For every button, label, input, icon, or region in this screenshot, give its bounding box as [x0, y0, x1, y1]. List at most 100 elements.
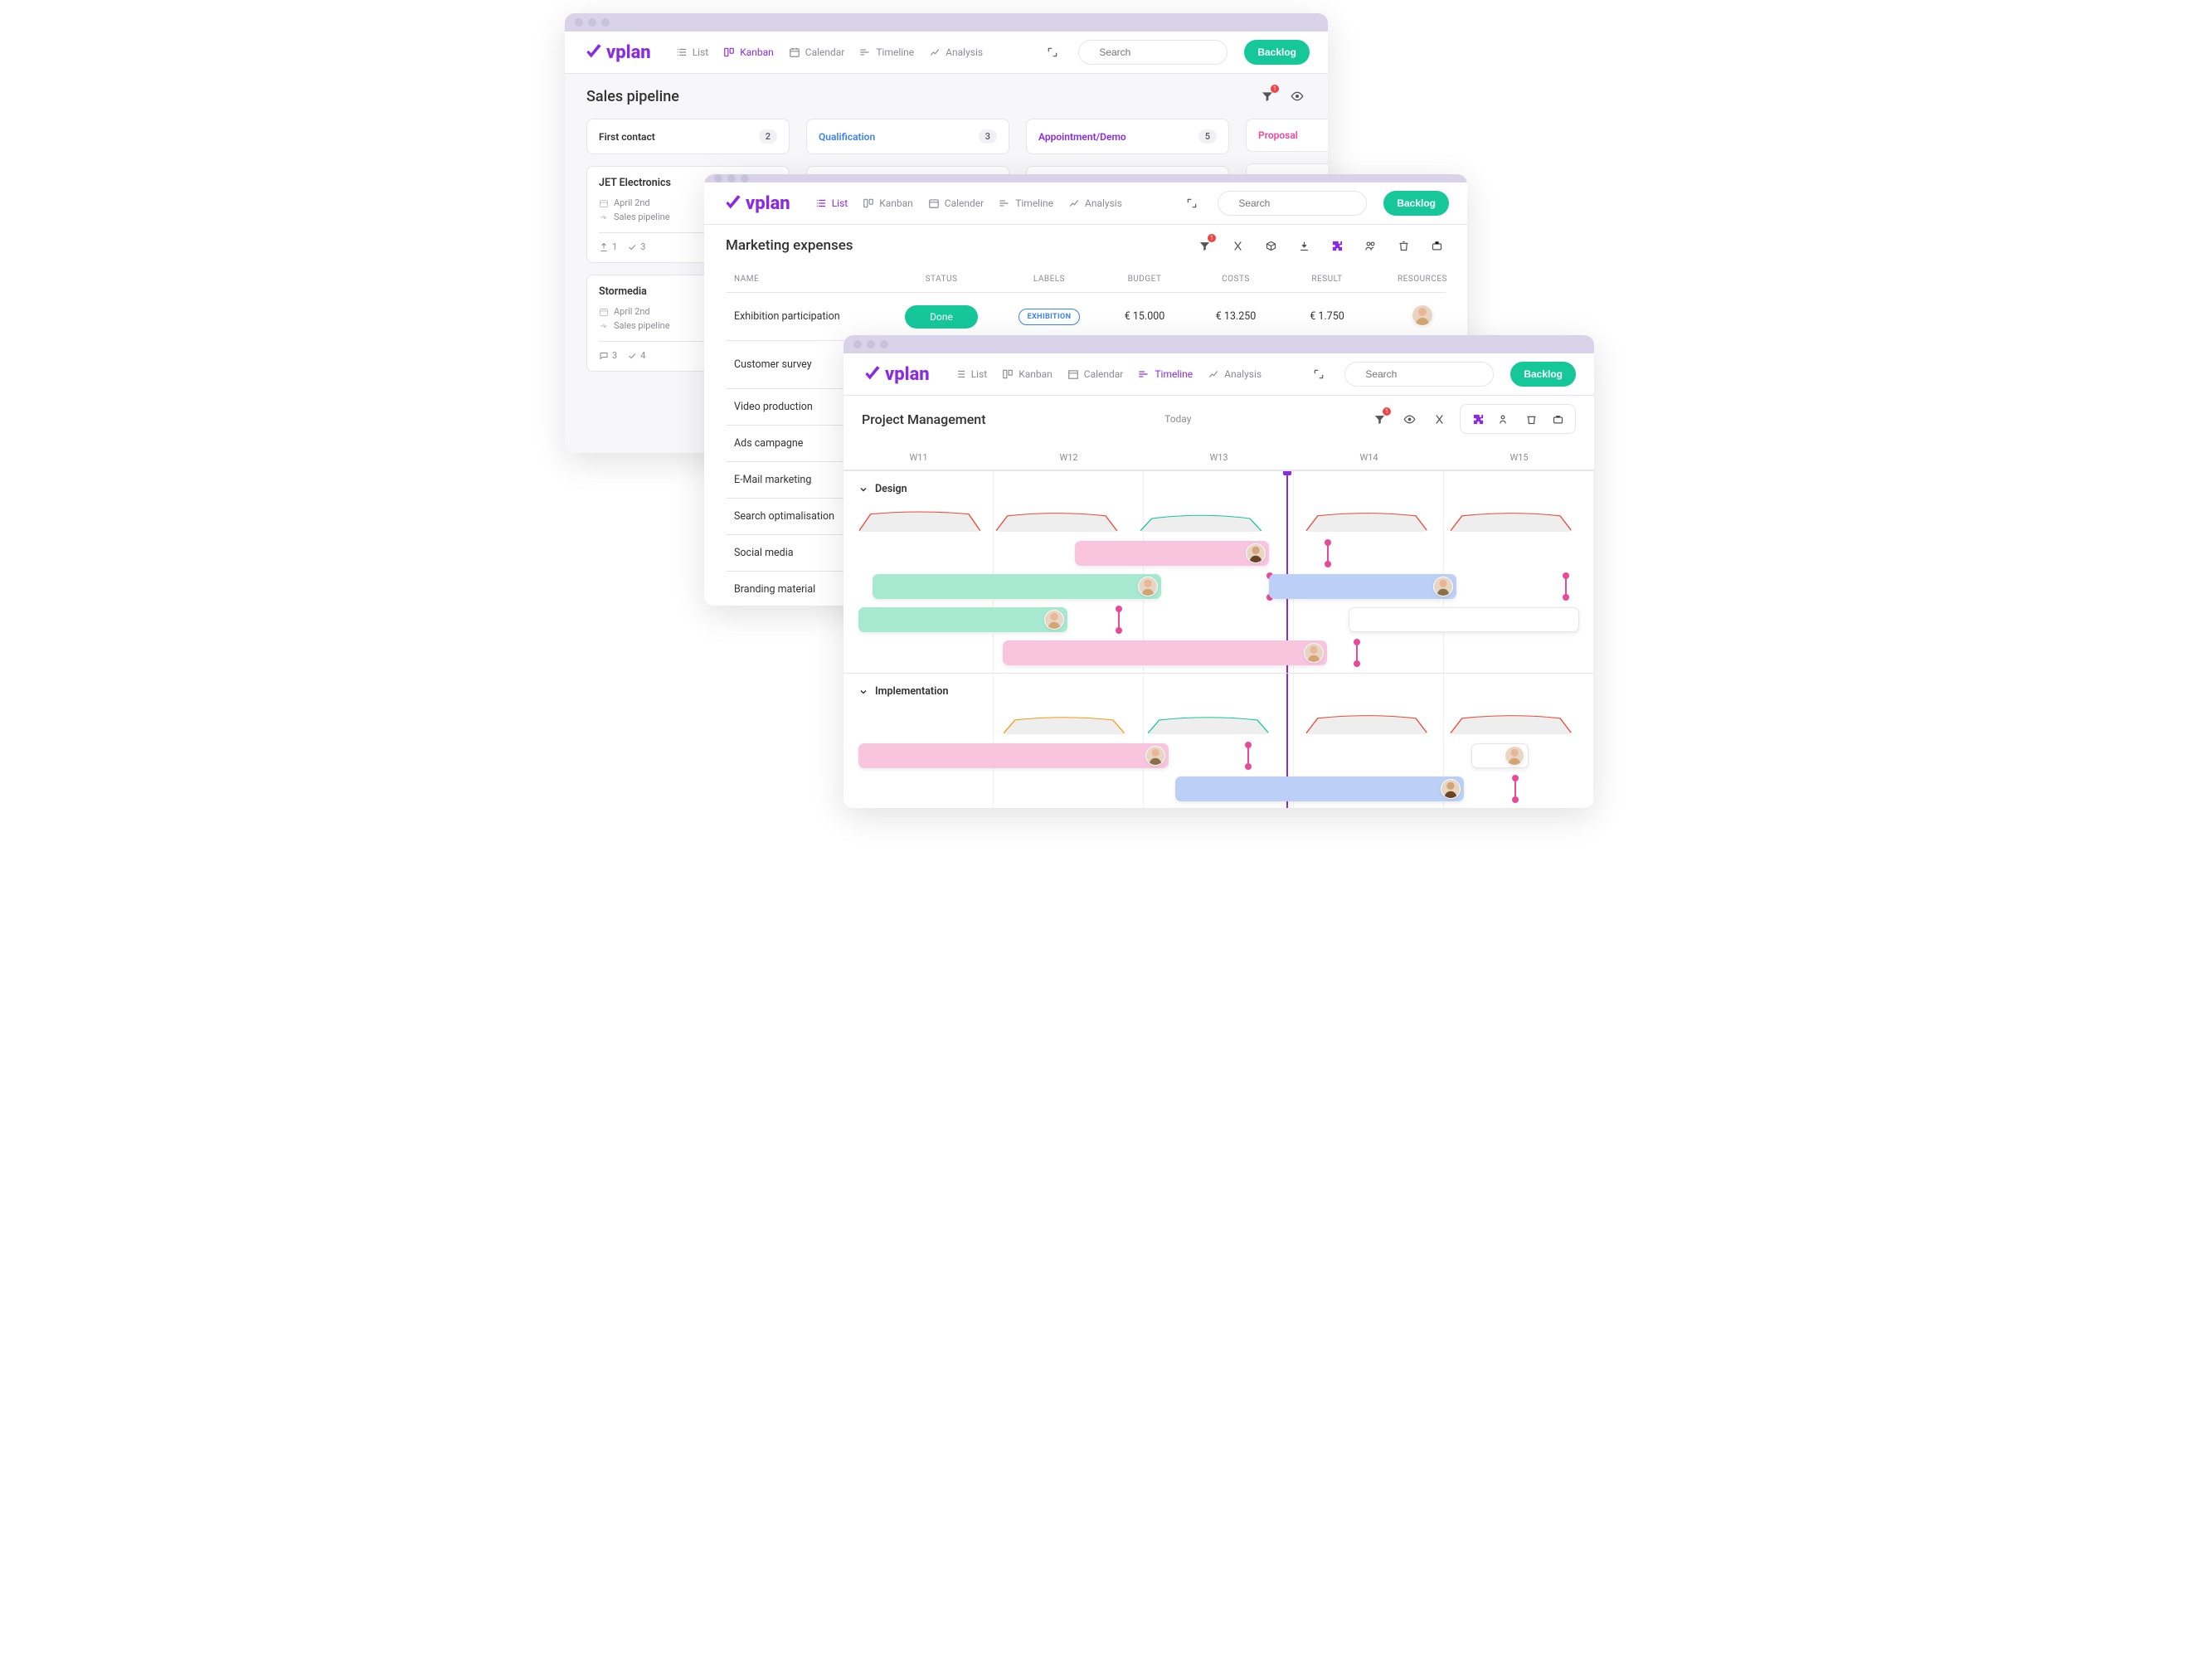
flow-icon — [599, 212, 609, 222]
tab-kanban[interactable]: Kanban — [863, 197, 913, 209]
timeline-lane — [858, 772, 1579, 806]
brand-text: vplan — [885, 364, 930, 385]
timeline-bar[interactable] — [1003, 640, 1327, 665]
section-header[interactable]: Implementation — [858, 685, 1579, 698]
capacity-wave — [1305, 708, 1428, 734]
timeline-bar[interactable] — [1269, 574, 1456, 599]
fullscreen-icon[interactable] — [1183, 194, 1201, 212]
tab-label: Kanban — [1018, 368, 1053, 380]
tab-timeline[interactable]: Timeline — [859, 46, 914, 58]
search-field[interactable] — [1097, 46, 1229, 59]
tools-icon[interactable] — [1228, 236, 1247, 255]
tab-calendar[interactable]: Calendar — [1067, 368, 1124, 380]
download-icon[interactable] — [1295, 236, 1313, 255]
backlog-button[interactable]: Backlog — [1510, 362, 1576, 387]
milestone-marker[interactable] — [1118, 609, 1120, 630]
tab-analysis[interactable]: Analysis — [929, 46, 983, 58]
check-logo-icon — [583, 41, 605, 63]
capacity-wave — [1450, 505, 1573, 532]
backlog-button[interactable]: Backlog — [1383, 191, 1449, 216]
users-icon[interactable] — [1495, 410, 1514, 428]
trash-icon[interactable] — [1394, 236, 1412, 255]
week-label: W13 — [1144, 452, 1294, 463]
filter-icon[interactable]: 1 — [1195, 236, 1213, 255]
tab-kanban[interactable]: Kanban — [1002, 368, 1053, 380]
milestone-marker[interactable] — [1356, 642, 1358, 664]
tab-calendar[interactable]: Calender — [928, 197, 984, 209]
avatar — [1044, 610, 1064, 630]
tab-list[interactable]: List — [955, 368, 988, 380]
timeline-bar[interactable] — [1175, 776, 1464, 801]
milestone-marker[interactable] — [1565, 576, 1567, 597]
timeline-icon — [1138, 368, 1150, 380]
traffic-light-dot — [588, 18, 596, 27]
table-row[interactable]: Exhibition participationDoneEXHIBITION€ … — [726, 292, 1446, 340]
tab-analysis[interactable]: Analysis — [1068, 197, 1122, 209]
week-label: W11 — [843, 452, 994, 463]
tab-calendar[interactable]: Calendar — [789, 46, 845, 58]
filter-icon[interactable]: 1 — [1258, 87, 1276, 105]
flow-icon — [599, 321, 609, 331]
milestone-marker[interactable] — [1327, 543, 1329, 564]
column-header[interactable]: Appointment/Demo5 — [1026, 119, 1229, 154]
kanban-icon — [723, 46, 735, 58]
tab-kanban[interactable]: Kanban — [723, 46, 774, 58]
tab-list[interactable]: List — [676, 46, 709, 58]
filter-badge: 1 — [1383, 407, 1391, 416]
nav-tabs: List Kanban Calender Timeline Analysis — [815, 197, 1122, 209]
timeline-bar[interactable] — [1349, 607, 1579, 632]
app-bar: vplan List Kanban Calender Timeline Anal… — [704, 183, 1467, 225]
search-input[interactable] — [1344, 362, 1494, 387]
trash-icon[interactable] — [1522, 410, 1540, 428]
chart-icon — [1208, 368, 1219, 380]
page-title: Marketing expenses — [726, 237, 853, 254]
page-header: Sales pipeline 1 — [565, 74, 1328, 119]
timeline-bar[interactable] — [873, 574, 1161, 599]
avatar — [1433, 577, 1453, 596]
avatar — [1138, 577, 1158, 596]
column-name: First contact — [599, 131, 655, 143]
timeline-bar[interactable] — [858, 607, 1067, 632]
week-label: W12 — [994, 452, 1144, 463]
timeline-toolbar: 1 — [1370, 404, 1576, 434]
column-count: 5 — [1198, 129, 1217, 144]
puzzle-icon[interactable] — [1469, 410, 1487, 428]
search-input[interactable] — [1078, 40, 1228, 65]
box-icon[interactable] — [1262, 236, 1280, 255]
timeline-bar[interactable] — [1075, 541, 1270, 566]
search-input[interactable] — [1218, 191, 1367, 216]
tab-timeline[interactable]: Timeline — [999, 197, 1053, 209]
users-icon[interactable] — [1361, 236, 1379, 255]
traffic-light-dot — [714, 174, 722, 183]
timeline-bar[interactable] — [858, 743, 1169, 768]
timeline-lane — [858, 806, 1579, 808]
backlog-button[interactable]: Backlog — [1244, 40, 1310, 65]
search-field[interactable] — [1364, 368, 1495, 381]
tools-icon[interactable] — [1430, 410, 1448, 428]
tab-timeline[interactable]: Timeline — [1138, 368, 1193, 380]
brand-logo: vplan — [722, 192, 790, 214]
fullscreen-icon[interactable] — [1310, 365, 1328, 383]
briefcase-icon[interactable] — [1548, 410, 1567, 428]
nav-tabs: List Kanban Calendar Timeline Analysis — [955, 368, 1262, 380]
column-header[interactable]: Qualification3 — [806, 119, 1009, 154]
section-header[interactable]: Design — [858, 483, 1579, 495]
calendar-icon — [789, 46, 800, 58]
fullscreen-icon[interactable] — [1043, 43, 1062, 61]
tab-list[interactable]: List — [815, 197, 848, 209]
search-field[interactable] — [1237, 197, 1369, 210]
timeline-bar[interactable] — [1471, 743, 1529, 768]
milestone-marker[interactable] — [1514, 778, 1516, 800]
column-header[interactable]: Proposal — [1246, 119, 1328, 152]
filter-icon[interactable]: 1 — [1370, 410, 1388, 428]
eye-icon[interactable] — [1400, 410, 1418, 428]
calendar-icon — [599, 307, 609, 317]
avatar — [1505, 746, 1524, 766]
nav-tabs: List Kanban Calendar Timeline Analysis — [676, 46, 983, 58]
tab-analysis[interactable]: Analysis — [1208, 368, 1262, 380]
column-header[interactable]: First contact2 — [586, 119, 790, 154]
eye-icon[interactable] — [1288, 87, 1306, 105]
puzzle-icon[interactable] — [1328, 236, 1346, 255]
briefcase-icon[interactable] — [1427, 236, 1446, 255]
milestone-marker[interactable] — [1247, 745, 1249, 767]
